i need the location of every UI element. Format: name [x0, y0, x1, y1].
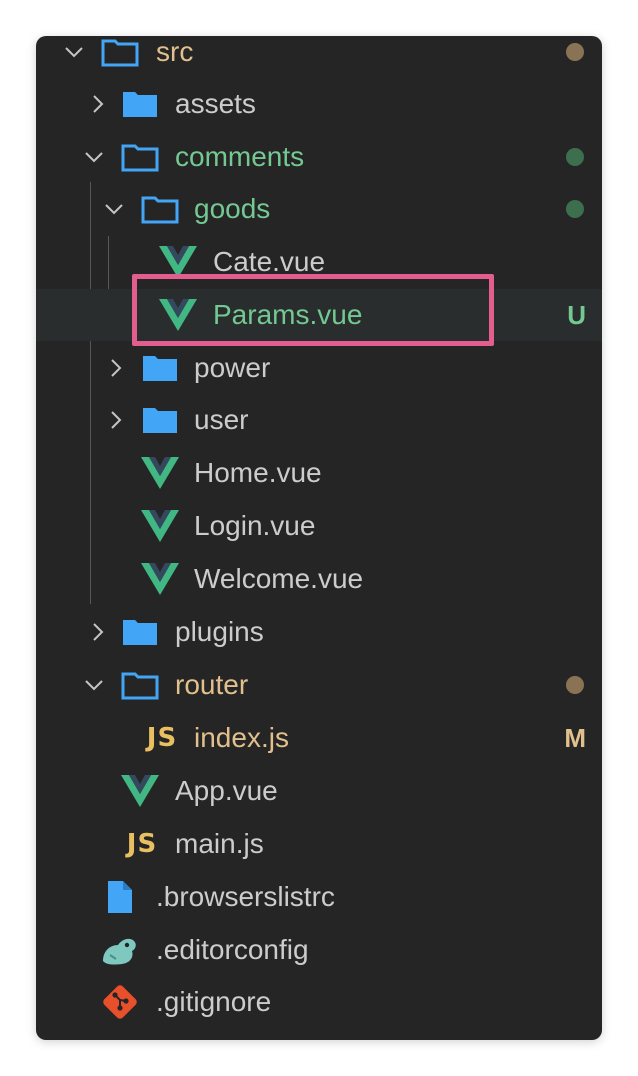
tree-row-label: .browserslistrc	[156, 881, 335, 912]
vue-file-icon	[140, 553, 180, 605]
tree-row-login-vue[interactable]: Login.vue	[36, 500, 602, 552]
tree-row-label: router	[175, 669, 249, 700]
vue-file-icon	[140, 500, 180, 552]
tree-row-index-js[interactable]: JS index.js M	[36, 712, 602, 764]
chevron-down-icon[interactable]	[82, 659, 106, 711]
folder-icon	[140, 394, 180, 446]
tree-row-label: src	[156, 36, 194, 67]
git-untracked-dot	[566, 148, 584, 166]
chevron-right-icon[interactable]	[104, 342, 128, 394]
tree-row-label: Login.vue	[194, 510, 316, 541]
tree-row-browserslistrc[interactable]: .browserslistrc	[36, 871, 602, 923]
tree-row-plugins[interactable]: plugins	[36, 606, 602, 658]
tree-row-assets[interactable]: assets	[36, 78, 602, 130]
git-status-badge: U	[567, 300, 586, 330]
chevron-down-icon[interactable]	[62, 36, 86, 78]
git-file-icon	[100, 976, 140, 1028]
tree-row-welcome-vue[interactable]: Welcome.vue	[36, 553, 602, 605]
folder-open-icon	[120, 131, 160, 183]
tree-row-label: goods	[194, 193, 271, 224]
tree-row-label: Params.vue	[213, 299, 363, 330]
tree-row-label: .editorconfig	[156, 934, 309, 965]
vue-file-icon	[120, 765, 160, 817]
generic-file-icon	[104, 871, 136, 923]
chevron-right-icon[interactable]	[86, 78, 110, 130]
tree-row-app-vue[interactable]: App.vue	[36, 765, 602, 817]
vue-file-icon	[158, 289, 198, 341]
tree-row-power[interactable]: power	[36, 342, 602, 394]
tree-row-label: main.js	[175, 828, 264, 859]
tree-row-label: Cate.vue	[213, 246, 326, 277]
tree-row-label: plugins	[175, 616, 264, 647]
tree-row-src[interactable]: src	[36, 36, 602, 78]
tree-row-gitignore[interactable]: .gitignore	[36, 976, 602, 1028]
chevron-right-icon[interactable]	[104, 394, 128, 446]
tree-row-label: Welcome.vue	[194, 563, 364, 594]
git-modified-dot	[566, 43, 584, 61]
folder-icon	[140, 342, 180, 394]
git-modified-dot	[566, 676, 584, 694]
chevron-down-icon[interactable]	[82, 131, 106, 183]
js-file-icon: JS	[146, 723, 178, 753]
tree-row-label: .gitignore	[156, 986, 272, 1017]
folder-open-icon	[140, 183, 180, 235]
tree-row-main-js[interactable]: JS main.js	[36, 818, 602, 870]
tree-row-label: power	[194, 352, 271, 383]
tree-row-label: assets	[175, 88, 256, 119]
tree-row-label: App.vue	[175, 775, 278, 806]
editorconfig-file-icon	[100, 924, 140, 976]
file-explorer-tree: src assets comments goods Cate.vue Param…	[36, 36, 602, 1040]
tree-row-label: user	[194, 404, 249, 435]
folder-icon	[120, 78, 160, 130]
git-untracked-dot	[566, 200, 584, 218]
tree-row-goods[interactable]: goods	[36, 183, 602, 235]
tree-row-editorconfig[interactable]: .editorconfig	[36, 924, 602, 976]
tree-row-home-vue[interactable]: Home.vue	[36, 447, 602, 499]
tree-row-user[interactable]: user	[36, 394, 602, 446]
git-status-badge: M	[564, 723, 586, 753]
js-file-icon: JS	[126, 829, 158, 859]
vue-file-icon	[158, 236, 198, 288]
tree-row-router[interactable]: router	[36, 659, 602, 711]
tree-row-label: index.js	[194, 722, 289, 753]
vue-file-icon	[140, 447, 180, 499]
chevron-right-icon[interactable]	[86, 606, 110, 658]
folder-icon	[120, 606, 160, 658]
chevron-down-icon[interactable]	[102, 183, 126, 235]
folder-open-icon	[100, 36, 140, 78]
tree-row-label: Home.vue	[194, 457, 322, 488]
tree-row-label: comments	[175, 141, 305, 172]
tree-row-comments[interactable]: comments	[36, 131, 602, 183]
folder-open-icon	[120, 659, 160, 711]
tree-row-params-vue[interactable]: Params.vue U	[36, 289, 602, 341]
tree-row-cate-vue[interactable]: Cate.vue	[36, 236, 602, 288]
